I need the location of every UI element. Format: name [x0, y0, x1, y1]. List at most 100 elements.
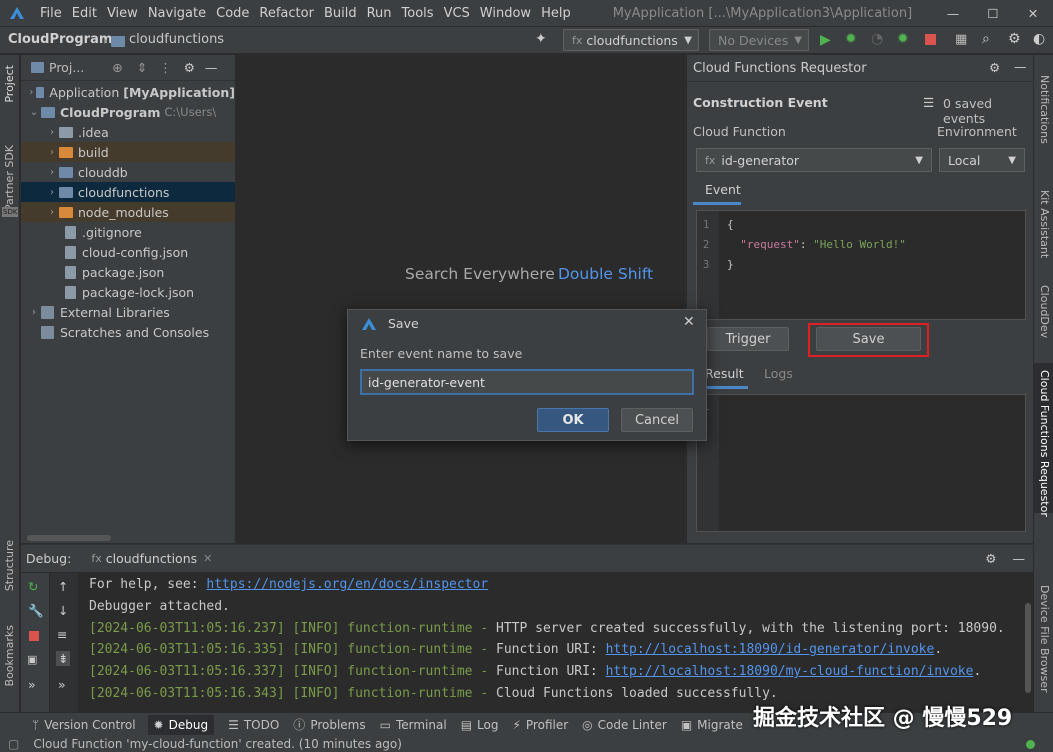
tool-structure[interactable]: Structure	[3, 540, 16, 591]
tool-partner-sdk[interactable]: Partner SDK	[3, 145, 16, 211]
tool-kit-assistant[interactable]: Kit Assistant	[1038, 190, 1051, 258]
options-icon[interactable]: ⋮	[159, 60, 172, 75]
menu-navigate[interactable]: Navigate	[148, 6, 206, 21]
status-message[interactable]: Cloud Function 'my-cloud-function' creat…	[33, 737, 402, 751]
save-button[interactable]: Save	[816, 327, 921, 351]
list-icon[interactable]: ☰	[923, 95, 934, 110]
menu-vcs[interactable]: VCS	[444, 6, 470, 21]
hide-icon[interactable]: —	[205, 60, 218, 75]
event-editor[interactable]: 1 2 3 { "request": "Hello World!" }	[696, 210, 1026, 320]
menu-help[interactable]: Help	[541, 6, 571, 21]
tree-item-scratches[interactable]: Scratches and Consoles	[21, 322, 235, 342]
hide-icon[interactable]: —	[1014, 59, 1027, 74]
menu-file[interactable]: File	[40, 6, 62, 21]
tab-todo[interactable]: ☰ TODO	[228, 718, 279, 732]
tab-code-linter[interactable]: ◎ Code Linter	[582, 718, 667, 732]
console-link[interactable]: http://localhost:18090/id-generator/invo…	[606, 642, 935, 657]
soft-wrap-icon[interactable]: ≡	[57, 627, 67, 642]
tab-event[interactable]: Event	[705, 182, 741, 197]
tree-item-build[interactable]: › build	[21, 142, 235, 162]
tab-logs[interactable]: Logs	[764, 366, 793, 381]
tab-version-control[interactable]: ᛘ Version Control	[32, 718, 136, 732]
tab-debug[interactable]: ✹ Debug	[147, 714, 215, 735]
tab-problems[interactable]: ⓘ Problems	[293, 716, 365, 733]
environment-select[interactable]: Local ▼	[939, 148, 1025, 172]
tool-bookmarks[interactable]: Bookmarks	[3, 625, 16, 686]
tree-item-node-modules[interactable]: › node_modules	[21, 202, 235, 222]
status-ok-icon[interactable]	[1026, 739, 1035, 749]
menu-run[interactable]: Run	[367, 6, 392, 21]
tab-terminal[interactable]: ▭ Terminal	[380, 718, 447, 732]
layout-icon[interactable]: ▣	[27, 653, 37, 666]
close-icon[interactable]: ✕	[683, 314, 695, 330]
stop-icon[interactable]	[925, 34, 936, 45]
run-icon[interactable]: ▶	[820, 32, 831, 48]
status-toggle-icon[interactable]: ▢	[8, 737, 19, 751]
minimize-icon[interactable]: —	[933, 6, 973, 21]
breadcrumb-root[interactable]: CloudProgram	[8, 32, 112, 47]
gear-icon[interactable]: ⚙	[985, 551, 996, 566]
debug-tab-cloudfunctions[interactable]: cloudfunctions	[106, 551, 197, 566]
ok-button[interactable]: OK	[537, 408, 609, 432]
maximize-icon[interactable]: ☐	[973, 6, 1013, 21]
cancel-button[interactable]: Cancel	[621, 408, 693, 432]
scroll-up-icon[interactable]: ↑	[58, 579, 68, 594]
breadcrumb-child[interactable]: cloudfunctions	[129, 32, 224, 47]
settings-icon[interactable]: 🔧	[28, 603, 44, 619]
horizontal-scrollbar[interactable]	[27, 535, 111, 541]
console-output[interactable]: For help, see: https://nodejs.org/en/doc…	[89, 574, 1024, 705]
run-config-select[interactable]: fx cloudfunctions ▼	[563, 29, 699, 51]
tree-item-package-lock[interactable]: package-lock.json	[21, 282, 235, 302]
scroll-to-end-icon[interactable]: ⇟	[56, 651, 71, 666]
device-select[interactable]: No Devices ▼	[709, 29, 809, 51]
project-title[interactable]: Proj...	[49, 60, 84, 75]
tree-item-gitignore[interactable]: .gitignore	[21, 222, 235, 242]
tree-item-cloudfunctions[interactable]: › cloudfunctions	[21, 182, 235, 202]
stop-icon[interactable]	[29, 631, 39, 641]
tree-item-clouddb[interactable]: › clouddb	[21, 162, 235, 182]
tab-result[interactable]: Result	[705, 366, 744, 381]
gear-icon[interactable]: ⚙	[184, 60, 195, 75]
tree-item-cloudprogram[interactable]: ⌄ CloudProgram C:\Users\	[21, 102, 235, 122]
close-window-icon[interactable]: ✕	[1013, 6, 1053, 21]
tool-cloud-functions-requestor[interactable]: Cloud Functions Requestor	[1038, 370, 1051, 517]
attach-debugger-icon[interactable]: ✹	[897, 31, 909, 47]
menu-window[interactable]: Window	[480, 6, 531, 21]
project-structure-icon[interactable]: ▦	[955, 32, 967, 47]
close-tab-icon[interactable]: ✕	[203, 552, 212, 565]
tree-item-cloud-config[interactable]: cloud-config.json	[21, 242, 235, 262]
gear-icon[interactable]: ⚙	[989, 60, 1000, 75]
tree-item-idea[interactable]: › .idea	[21, 122, 235, 142]
account-icon[interactable]: ◐	[1033, 31, 1045, 47]
debug-icon[interactable]: ✹	[845, 31, 857, 47]
more-icon[interactable]: »	[28, 677, 36, 692]
rerun-icon[interactable]: ↻	[28, 579, 38, 594]
collapse-icon[interactable]: ⇕	[137, 60, 147, 75]
hammer-icon[interactable]: ✦	[535, 31, 547, 47]
cloud-function-select[interactable]: fx id-generator ▼	[696, 148, 932, 172]
tab-profiler[interactable]: ⚡ Profiler	[512, 718, 568, 732]
search-icon[interactable]: ⌕	[982, 31, 990, 47]
console-link[interactable]: http://localhost:18090/my-cloud-function…	[606, 664, 974, 679]
tab-log[interactable]: ▤ Log	[461, 718, 499, 732]
result-viewer[interactable]: 1	[696, 394, 1026, 532]
tool-clouddev[interactable]: CloudDev	[1038, 285, 1051, 338]
scroll-down-icon[interactable]: ↓	[58, 603, 68, 618]
saved-events-count[interactable]: 0 saved events	[943, 96, 1033, 126]
menu-build[interactable]: Build	[324, 6, 357, 21]
menu-tools[interactable]: Tools	[402, 6, 434, 21]
locate-icon[interactable]: ⊕	[112, 60, 122, 75]
trigger-button[interactable]: Trigger	[707, 327, 789, 351]
hide-icon[interactable]: —	[1013, 551, 1026, 566]
more-icon[interactable]: »	[58, 677, 66, 692]
vertical-scrollbar[interactable]	[1025, 603, 1031, 693]
tool-notifications[interactable]: Notifications	[1038, 75, 1051, 144]
gear-icon[interactable]: ⚙	[1008, 31, 1021, 47]
tab-migrate[interactable]: ▣ Migrate	[681, 718, 743, 732]
event-name-input[interactable]	[360, 369, 694, 395]
tree-item-external-libraries[interactable]: › External Libraries	[21, 302, 235, 322]
tool-project[interactable]: Project	[3, 65, 16, 103]
console-link[interactable]: https://nodejs.org/en/docs/inspector	[206, 577, 488, 592]
tool-device-file-browser[interactable]: Device File Browser	[1038, 585, 1051, 693]
menu-code[interactable]: Code	[216, 6, 249, 21]
